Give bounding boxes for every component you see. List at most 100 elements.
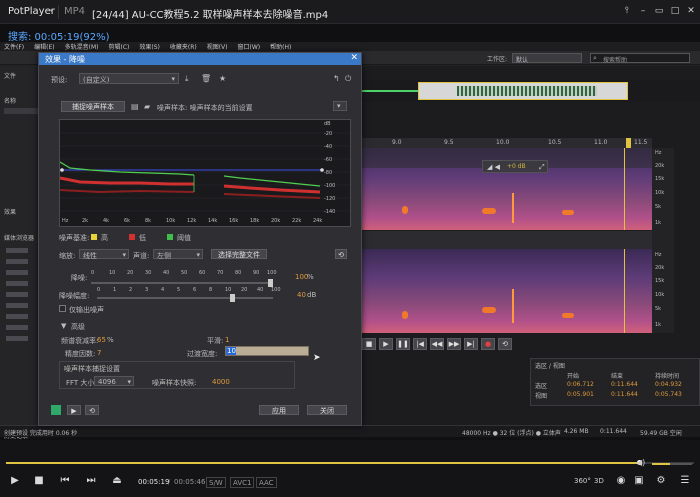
media-browser-tab[interactable]: 媒体浏览器 <box>4 233 34 242</box>
spectral-decay-value[interactable]: 65 <box>97 336 106 344</box>
power-toggle-icon[interactable] <box>51 405 61 415</box>
menu-item-help[interactable]: 帮助(H) <box>270 42 291 51</box>
media-tree-item[interactable] <box>6 248 28 253</box>
menu-item-window[interactable]: 窗口(W) <box>238 42 261 51</box>
media-tree-item[interactable] <box>6 303 28 308</box>
noise-profile-graph[interactable]: dB -20 -40 -60 -80 -100 -120 -140 Hz 2k … <box>59 119 351 227</box>
apply-button[interactable]: 应用 <box>259 405 299 415</box>
close-icon[interactable]: ✕ <box>684 4 698 18</box>
eject-icon[interactable]: ⏏ <box>110 475 124 486</box>
output-noise-checkbox[interactable] <box>59 305 66 312</box>
reduction-slider[interactable] <box>91 282 271 284</box>
capture-noise-button[interactable]: 捕捉噪声样本 <box>61 101 125 112</box>
maximize-icon[interactable]: □ <box>668 4 682 18</box>
smoothing-value[interactable]: 1 <box>225 336 229 344</box>
potplayer-logo[interactable]: PotPlayer <box>8 6 55 17</box>
power-icon[interactable]: ⏻ <box>345 74 351 84</box>
spectrogram-right[interactable] <box>362 249 652 333</box>
3d-label[interactable]: 3D <box>594 477 604 485</box>
noise-doc-icon[interactable]: ▤ <box>131 102 139 111</box>
menu-item-clip[interactable]: 剪辑(C) <box>108 42 129 51</box>
reduction-slider-thumb[interactable] <box>268 279 273 287</box>
close-button[interactable]: 关闭 <box>307 405 347 415</box>
media-tree-item[interactable] <box>6 314 28 319</box>
dialog-title-bar[interactable]: 效果 - 降噪 ✕ <box>39 53 361 65</box>
record-button[interactable]: ● <box>481 338 495 350</box>
menu-item-effects[interactable]: 效果(S) <box>139 42 160 51</box>
delete-preset-icon[interactable]: 🗑 <box>201 74 211 83</box>
precision-value[interactable]: 7 <box>97 349 101 357</box>
view-duration[interactable]: 0:05.743 <box>655 391 682 398</box>
settings-icon[interactable]: ⚙ <box>654 475 668 486</box>
scale-dropdown[interactable]: 线性 ▾ <box>79 249 129 260</box>
media-tree-item[interactable] <box>6 292 28 297</box>
compact-icon[interactable]: ▭ <box>652 4 666 18</box>
favorite-star-icon[interactable]: ★ <box>219 74 226 83</box>
seek-bar[interactable] <box>6 460 694 465</box>
fft-dropdown[interactable]: 4096 ▾ <box>94 376 134 386</box>
next-icon[interactable]: ⏭ <box>84 475 98 486</box>
pause-button[interactable]: ❚❚ <box>396 338 410 350</box>
stop-icon[interactable]: ■ <box>32 475 46 486</box>
volume-slider[interactable] <box>652 463 692 465</box>
menu-item-file[interactable]: 文件(F) <box>4 42 24 51</box>
amount-value[interactable]: 40 <box>297 291 306 299</box>
minimize-icon[interactable]: – <box>636 4 650 18</box>
menu-item-favorites[interactable]: 收藏夹(R) <box>170 42 197 51</box>
playlist-icon[interactable]: ☰ <box>678 475 692 486</box>
sel-end[interactable]: 0:11.644 <box>611 381 638 388</box>
view-start[interactable]: 0:05.901 <box>567 391 594 398</box>
previous-icon[interactable]: ⏮ <box>58 475 72 486</box>
preview-play-button[interactable]: ▶ <box>67 405 81 415</box>
go-start-button[interactable]: |◀ <box>413 338 427 350</box>
channel-dropdown[interactable]: 左侧 ▾ <box>153 249 203 260</box>
menu-item-multitrack[interactable]: 多轨混音(M) <box>65 42 99 51</box>
capture-icon[interactable]: ◉ <box>614 475 628 486</box>
sel-start[interactable]: 0:06.712 <box>567 381 594 388</box>
play-icon[interactable]: ▶ <box>8 475 22 486</box>
transition-input[interactable]: 10 <box>225 346 309 356</box>
loop-button[interactable]: ⟲ <box>498 338 512 350</box>
workspace-dropdown[interactable]: 默认 <box>512 53 582 64</box>
folder-icon[interactable]: ▰ <box>144 102 150 111</box>
volume-hud[interactable]: ◢ ◀ +0 dB ⤢ <box>482 160 548 173</box>
media-tree-item[interactable] <box>6 325 28 330</box>
playhead-marker[interactable] <box>626 138 631 148</box>
forward-button[interactable]: ▶▶ <box>447 338 461 350</box>
view-end[interactable]: 0:11.644 <box>611 391 638 398</box>
media-tree-item[interactable] <box>6 270 28 275</box>
help-search-input[interactable]: 搜索帮助 ⌕ <box>590 53 690 64</box>
sel-duration[interactable]: 0:04.932 <box>655 381 682 388</box>
menu-item-edit[interactable]: 编辑(E) <box>34 42 54 51</box>
file-row[interactable] <box>4 108 38 114</box>
files-panel-tab[interactable]: 文件 <box>4 71 16 80</box>
overview-waveform[interactable] <box>362 80 700 102</box>
play-button[interactable]: ▶ <box>379 338 393 350</box>
reset-icon[interactable]: ⟲ <box>335 249 347 259</box>
noise-menu-dropdown[interactable]: ▾ <box>333 101 347 111</box>
go-end-button[interactable]: ▶| <box>464 338 478 350</box>
stop-button[interactable]: ■ <box>362 338 376 350</box>
subtitle-icon[interactable]: ▣ <box>632 475 646 486</box>
media-tree-item[interactable] <box>6 259 28 264</box>
menu-item-view[interactable]: 视图(V) <box>207 42 228 51</box>
waveform-editor[interactable]: 9.0 9.5 10.0 10.5 11.0 11.5 ◢ ◀ +0 dB ⤢ … <box>362 66 700 436</box>
media-tree-item[interactable] <box>6 281 28 286</box>
amount-slider-thumb[interactable] <box>230 294 235 302</box>
snapshots-value[interactable]: 4000 <box>212 378 230 386</box>
time-ruler[interactable]: 9.0 9.5 10.0 10.5 11.0 11.5 <box>362 138 652 148</box>
pin-icon[interactable]: ⫯ <box>620 4 634 18</box>
loop-preview-button[interactable]: ⟲ <box>85 405 99 415</box>
select-entire-file-button[interactable]: 选择完整文件 <box>211 249 267 259</box>
routing-icon[interactable]: ↰ <box>333 74 340 83</box>
vr-360-label[interactable]: 360° <box>574 477 591 485</box>
preset-dropdown[interactable]: (自定义) ▾ <box>79 73 179 84</box>
advanced-label[interactable]: 高级 <box>71 322 85 332</box>
save-preset-icon[interactable]: ⤓ <box>185 74 189 84</box>
chevron-down-icon[interactable]: ▼ <box>61 322 66 330</box>
chevron-down-icon[interactable]: ▾ <box>50 7 54 15</box>
effects-panel-tab[interactable]: 效果 <box>4 207 16 216</box>
media-tree-item[interactable] <box>6 336 28 341</box>
volume-icon[interactable]: ◀) <box>636 458 645 467</box>
amount-slider[interactable] <box>97 297 273 299</box>
